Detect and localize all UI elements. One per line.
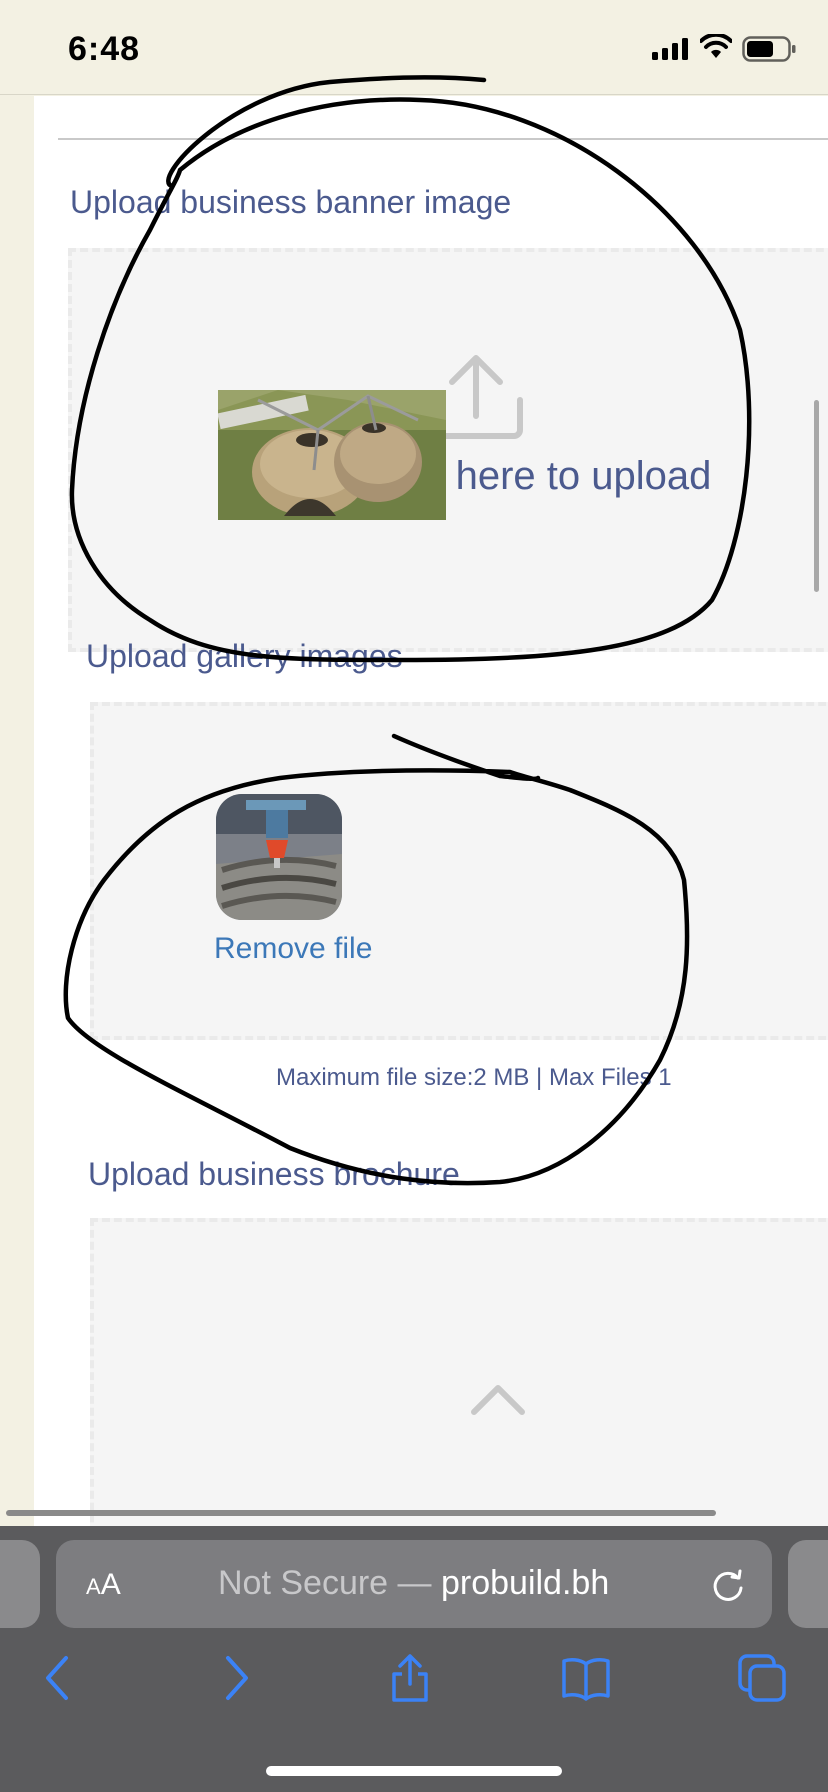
banner-dropzone[interactable]: ge here to upload bbox=[68, 248, 828, 652]
banner-upload-label: Upload business banner image bbox=[70, 184, 512, 220]
web-page: Upload business banner image ge here to … bbox=[34, 96, 828, 1526]
status-time: 6:48 bbox=[68, 30, 141, 68]
home-indicator bbox=[266, 1766, 562, 1776]
wifi-icon bbox=[700, 34, 732, 58]
battery-icon bbox=[742, 36, 796, 62]
banner-image-thumbnail bbox=[218, 390, 446, 520]
banner-drop-text: ge here to upload bbox=[400, 454, 712, 498]
file-size-hint: Maximum file size:2 MB | Max Files 1 bbox=[276, 1064, 672, 1091]
remove-file-link[interactable]: Remove file bbox=[214, 932, 372, 966]
bookmarks-icon[interactable] bbox=[560, 1652, 612, 1704]
horizontal-scrollbar bbox=[6, 1510, 716, 1516]
reload-icon[interactable] bbox=[708, 1566, 748, 1606]
url-display[interactable]: Not Secure — probuild.bh bbox=[218, 1564, 609, 1603]
brochure-upload-label: Upload business brochure bbox=[88, 1156, 460, 1192]
aa-small-glyph: A bbox=[86, 1574, 101, 1599]
forward-icon[interactable] bbox=[218, 1652, 254, 1704]
gallery-image-thumbnail bbox=[216, 794, 342, 920]
brochure-dropzone[interactable] bbox=[90, 1218, 828, 1526]
next-tab-pill[interactable] bbox=[788, 1540, 828, 1628]
cellular-signal-icon bbox=[652, 38, 688, 60]
gallery-dropzone[interactable]: Remove file bbox=[90, 702, 828, 1040]
url-host: probuild.bh bbox=[440, 1564, 610, 1602]
page-scrollbar[interactable] bbox=[814, 400, 819, 592]
upload-icon bbox=[471, 1385, 525, 1415]
aa-large-glyph: A bbox=[100, 1568, 121, 1601]
back-icon[interactable] bbox=[40, 1652, 76, 1704]
status-bar: 6:48 bbox=[0, 0, 828, 95]
divider bbox=[58, 138, 828, 140]
tabs-icon[interactable] bbox=[736, 1652, 788, 1704]
gallery-upload-label: Upload gallery images bbox=[86, 638, 403, 674]
previous-tab-pill[interactable] bbox=[0, 1540, 40, 1628]
url-security-prefix: Not Secure — bbox=[218, 1564, 441, 1602]
share-icon[interactable] bbox=[386, 1652, 434, 1704]
reader-options-button[interactable]: AA bbox=[86, 1568, 121, 1602]
